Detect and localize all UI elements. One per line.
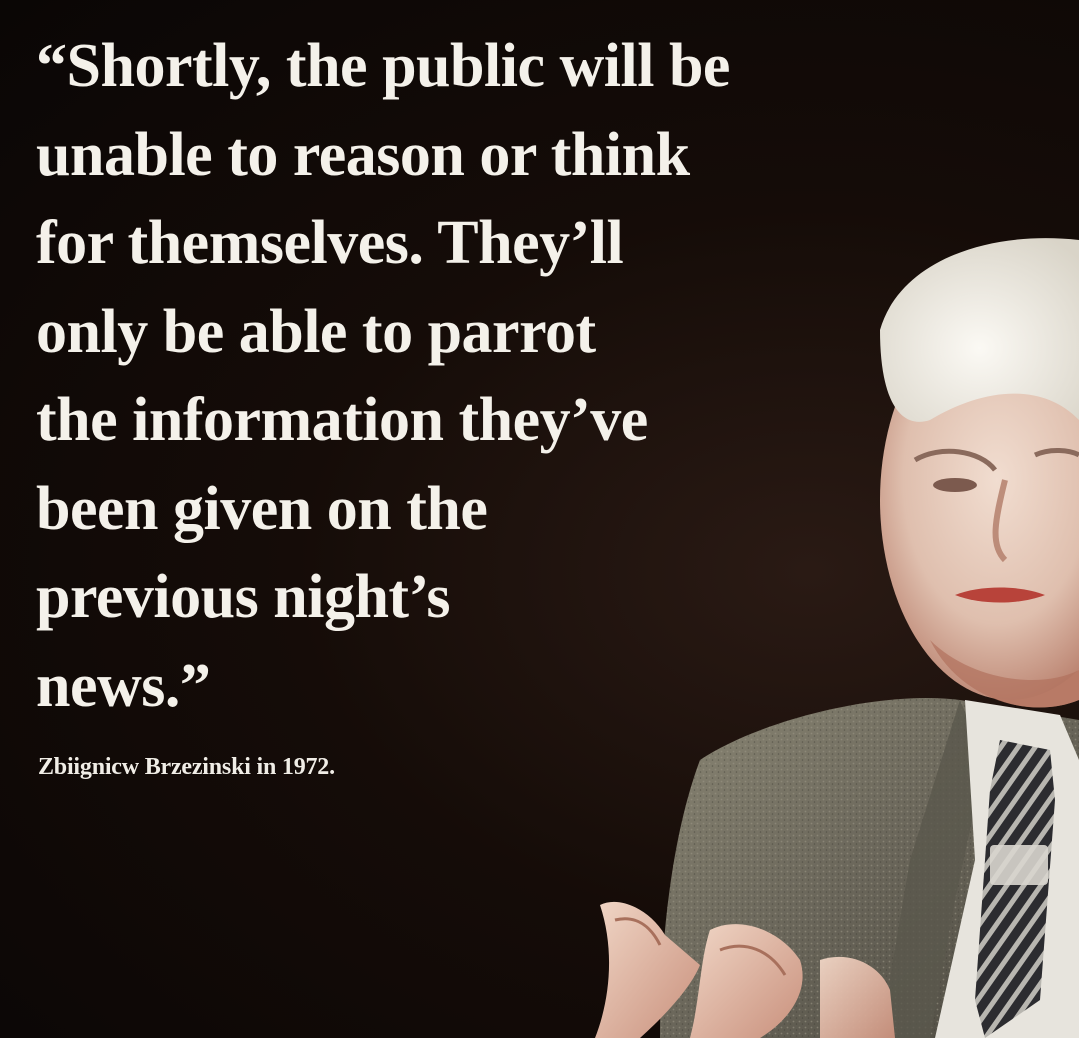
attribution-text: Zbiignicw Brzezinski in 1972. [38, 754, 335, 780]
quote-line: for themselves. They’ll [36, 209, 624, 277]
quote-line: previous night’s [36, 563, 451, 631]
quote-line: news.” [36, 651, 211, 720]
quote-line: unable to reason or think [36, 120, 690, 189]
quote-text: “Shortly, the public will be unable to r… [36, 22, 916, 730]
quote-line: the information they’ve [36, 386, 648, 454]
quote-line: only be able to parrot [36, 297, 596, 366]
quote-line: “Shortly, the public will be [36, 32, 730, 100]
quote-poster: “Shortly, the public will be unable to r… [0, 0, 1079, 1038]
quote-line: been given on the [36, 474, 488, 543]
